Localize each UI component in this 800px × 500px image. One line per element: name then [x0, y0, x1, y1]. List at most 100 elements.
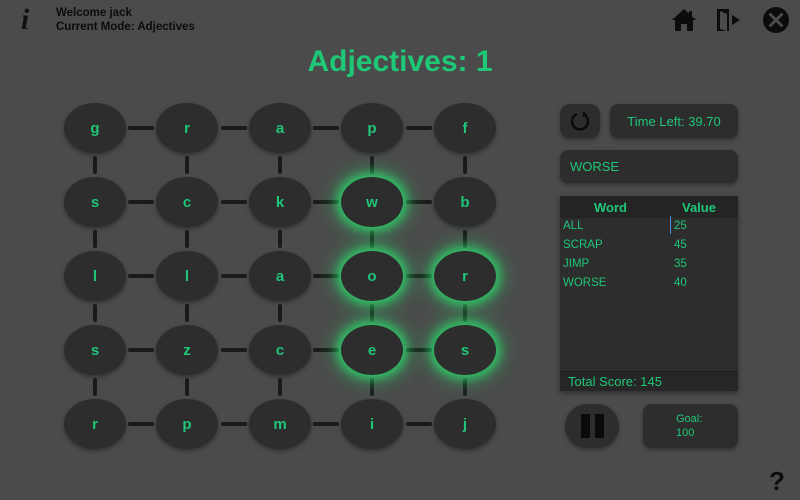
- grid-connector: [405, 126, 432, 130]
- total-score: Total Score: 145: [560, 371, 738, 391]
- grid-connector: [220, 126, 247, 130]
- page-title: Adjectives: 1: [307, 45, 493, 78]
- row-word: ALL: [563, 220, 584, 232]
- grid-connector: [220, 348, 247, 352]
- letter-tile[interactable]: e: [341, 325, 403, 375]
- time-left-display: Time Left: 39.70: [610, 104, 738, 138]
- letter-tile[interactable]: p: [156, 399, 218, 449]
- letter-tile[interactable]: o: [341, 251, 403, 301]
- letter-tile[interactable]: s: [64, 325, 126, 375]
- table-row: ALL 25: [560, 218, 738, 237]
- refresh-icon: [570, 111, 590, 131]
- row-value: 40: [674, 277, 687, 289]
- grid-connector: [128, 126, 154, 130]
- grid-connector: [405, 200, 432, 204]
- grid-connector: [93, 304, 97, 322]
- grid-connector: [128, 200, 154, 204]
- pause-icon: [594, 414, 604, 438]
- letter-tile[interactable]: l: [156, 251, 218, 301]
- grid-connector: [185, 304, 189, 322]
- letter-tile[interactable]: a: [249, 103, 311, 153]
- letter-tile[interactable]: w: [341, 177, 403, 227]
- grid-connector: [463, 378, 467, 396]
- grid-connector: [220, 200, 247, 204]
- grid-connector: [93, 378, 97, 396]
- grid-connector: [405, 422, 432, 426]
- grid-connector: [463, 230, 467, 248]
- row-value: 45: [674, 239, 687, 251]
- letter-tile[interactable]: l: [64, 251, 126, 301]
- goal-label: Goal:: [676, 413, 703, 425]
- letter-tile[interactable]: m: [249, 399, 311, 449]
- grid-connector: [220, 274, 247, 278]
- grid-connector: [405, 348, 432, 352]
- info-icon[interactable]: i: [14, 5, 36, 35]
- letter-tile[interactable]: a: [249, 251, 311, 301]
- table-row: JIMP 35: [560, 256, 738, 275]
- letter-tile[interactable]: f: [434, 103, 496, 153]
- current-word-display: WORSE: [560, 150, 738, 183]
- letter-tile[interactable]: s: [434, 325, 496, 375]
- grid-connector: [313, 200, 339, 204]
- grid-connector: [313, 126, 339, 130]
- grid-connector: [313, 422, 339, 426]
- table-row: WORSE 40: [560, 275, 738, 294]
- grid-connector: [370, 230, 374, 248]
- row-value: 35: [674, 258, 687, 270]
- row-word: SCRAP: [563, 239, 603, 251]
- letter-tile[interactable]: k: [249, 177, 311, 227]
- score-table-header: Word Value: [560, 196, 738, 218]
- home-icon[interactable]: [670, 6, 698, 34]
- grid-connector: [128, 274, 154, 278]
- grid-connector: [128, 348, 154, 352]
- row-value: 25: [674, 220, 687, 232]
- column-header-word: Word: [594, 200, 627, 215]
- grid-connector: [463, 304, 467, 322]
- welcome-text: Welcome jack: [56, 7, 132, 19]
- grid-connector: [220, 422, 247, 426]
- letter-tile[interactable]: j: [434, 399, 496, 449]
- grid-connector: [93, 156, 97, 174]
- current-mode-text: Current Mode: Adjectives: [56, 21, 195, 33]
- letter-tile[interactable]: z: [156, 325, 218, 375]
- goal-value: 100: [676, 427, 695, 439]
- grid-connector: [370, 378, 374, 396]
- grid-connector: [185, 378, 189, 396]
- grid-connector: [93, 230, 97, 248]
- letter-tile[interactable]: g: [64, 103, 126, 153]
- grid-connector: [313, 274, 339, 278]
- score-table: Word Value ALL 25 SCRAP 45 JIMP 35 WORSE…: [560, 196, 738, 391]
- letter-tile[interactable]: c: [249, 325, 311, 375]
- close-icon[interactable]: [762, 6, 790, 34]
- table-row: SCRAP 45: [560, 237, 738, 256]
- grid-connector: [278, 156, 282, 174]
- row-word: JIMP: [563, 258, 590, 270]
- grid-connector: [405, 274, 432, 278]
- exit-icon[interactable]: [714, 6, 742, 34]
- letter-tile[interactable]: i: [341, 399, 403, 449]
- letter-tile[interactable]: r: [156, 103, 218, 153]
- grid-connector: [370, 156, 374, 174]
- row-word: WORSE: [563, 277, 607, 289]
- column-header-value: Value: [682, 200, 716, 215]
- refresh-button[interactable]: [560, 104, 600, 138]
- letter-tile[interactable]: r: [64, 399, 126, 449]
- letter-tile[interactable]: s: [64, 177, 126, 227]
- grid-connector: [278, 304, 282, 322]
- pause-icon: [580, 414, 590, 438]
- letter-tile[interactable]: p: [341, 103, 403, 153]
- letter-tile[interactable]: b: [434, 177, 496, 227]
- grid-connector: [463, 156, 467, 174]
- grid-connector: [128, 422, 154, 426]
- grid-connector: [278, 230, 282, 248]
- help-icon[interactable]: ?: [766, 466, 788, 496]
- grid-connector: [278, 378, 282, 396]
- letter-tile[interactable]: c: [156, 177, 218, 227]
- grid-connector: [370, 304, 374, 322]
- pause-button[interactable]: [565, 404, 619, 448]
- grid-connector: [185, 230, 189, 248]
- goal-display: Goal: 100: [643, 404, 738, 448]
- grid-connector: [313, 348, 339, 352]
- letter-tile[interactable]: r: [434, 251, 496, 301]
- grid-connector: [185, 156, 189, 174]
